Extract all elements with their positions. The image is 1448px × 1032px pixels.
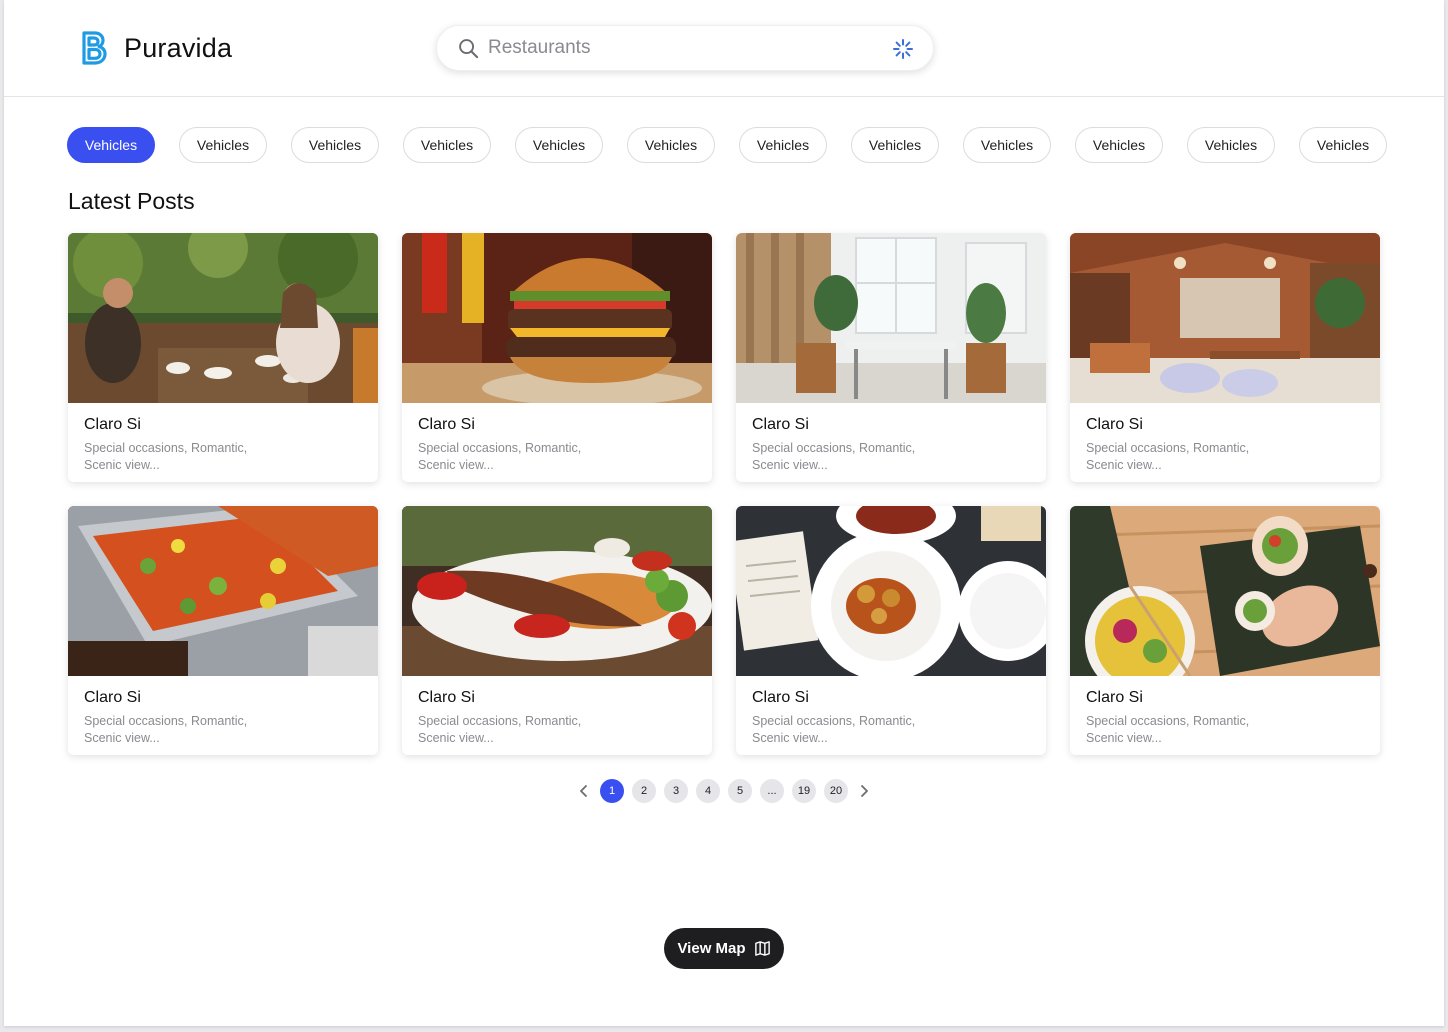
page-button[interactable]: 1: [600, 779, 624, 803]
category-chip[interactable]: Vehicles: [627, 127, 715, 163]
chevron-right-icon: [861, 785, 868, 797]
page-ellipsis: ...: [760, 779, 784, 803]
category-chip[interactable]: Vehicles: [515, 127, 603, 163]
category-chip[interactable]: Vehicles: [403, 127, 491, 163]
category-chip[interactable]: Vehicles: [1299, 127, 1387, 163]
post-card[interactable]: Claro Si Special occasions, Romantic, Sc…: [402, 506, 712, 755]
category-chip[interactable]: Vehicles: [179, 127, 267, 163]
buffet-trays-photo: [68, 506, 378, 676]
card-title: Claro Si: [418, 689, 475, 706]
category-chips: Vehicles Vehicles Vehicles Vehicles Vehi…: [67, 127, 1387, 163]
kebab-plate-photo: [402, 506, 712, 676]
logo[interactable]: Puravida: [78, 28, 232, 68]
category-chip[interactable]: Vehicles: [851, 127, 939, 163]
card-description: Special occasions, Romantic, Scenic view…: [418, 714, 582, 745]
card-title: Claro Si: [1086, 689, 1143, 706]
search-input[interactable]: [488, 34, 868, 62]
table-of-dishes-photo: [736, 506, 1046, 676]
app-frame: Puravida Vehic: [4, 0, 1444, 1026]
card-description: Special occasions, Romantic, Scenic view…: [84, 714, 248, 745]
page-button[interactable]: 4: [696, 779, 720, 803]
wooden-restaurant-interior-photo: [1070, 233, 1380, 403]
page-button[interactable]: 20: [824, 779, 848, 803]
bright-cafe-interior-photo: [736, 233, 1046, 403]
post-card[interactable]: Claro Si Special occasions, Romantic, Sc…: [736, 506, 1046, 755]
view-map-label: View Map: [677, 940, 746, 957]
post-card[interactable]: Claro Si Special occasions, Romantic, Sc…: [68, 506, 378, 755]
loading-spinner-icon: [893, 39, 913, 59]
card-description: Special occasions, Romantic, Scenic view…: [1086, 441, 1250, 472]
post-card[interactable]: Claro Si Special occasions, Romantic, Sc…: [1070, 233, 1380, 482]
search-bar[interactable]: [436, 25, 934, 71]
category-chip[interactable]: Vehicles: [291, 127, 379, 163]
card-title: Claro Si: [84, 416, 141, 433]
category-chip[interactable]: Vehicles: [1075, 127, 1163, 163]
card-description: Special occasions, Romantic, Scenic view…: [1086, 714, 1250, 745]
posts-grid: Claro Si Special occasions, Romantic, Sc…: [68, 233, 1380, 755]
view-map-button[interactable]: View Map: [664, 928, 784, 969]
section-title: Latest Posts: [68, 188, 195, 214]
people-dining-outdoors-photo: [68, 233, 378, 403]
card-title: Claro Si: [752, 416, 809, 433]
category-chip[interactable]: Vehicles: [1187, 127, 1275, 163]
card-title: Claro Si: [1086, 416, 1143, 433]
page-button[interactable]: 5: [728, 779, 752, 803]
page-button[interactable]: 19: [792, 779, 816, 803]
card-title: Claro Si: [418, 416, 475, 433]
card-description: Special occasions, Romantic, Scenic view…: [418, 441, 582, 472]
category-chip[interactable]: Vehicles: [67, 127, 155, 163]
pagination: 1 2 3 4 5 ... 19 20: [576, 779, 872, 803]
post-card[interactable]: Claro Si Special occasions, Romantic, Sc…: [402, 233, 712, 482]
search-icon: [459, 39, 479, 59]
map-icon: [754, 941, 770, 956]
category-chip[interactable]: Vehicles: [739, 127, 827, 163]
cheeseburger-photo: [402, 233, 712, 403]
page-button[interactable]: 3: [664, 779, 688, 803]
card-description: Special occasions, Romantic, Scenic view…: [752, 441, 916, 472]
brand-logo-icon: [82, 31, 107, 65]
card-description: Special occasions, Romantic, Scenic view…: [84, 441, 248, 472]
top-header: Puravida: [4, 0, 1444, 97]
post-card[interactable]: Claro Si Special occasions, Romantic, Sc…: [1070, 506, 1380, 755]
next-page-button[interactable]: [856, 779, 872, 803]
post-card[interactable]: Claro Si Special occasions, Romantic, Sc…: [68, 233, 378, 482]
page-button[interactable]: 2: [632, 779, 656, 803]
sushi-burrito-photo: [1070, 506, 1380, 676]
category-chip[interactable]: Vehicles: [963, 127, 1051, 163]
card-description: Special occasions, Romantic, Scenic view…: [752, 714, 916, 745]
chevron-left-icon: [580, 785, 587, 797]
previous-page-button[interactable]: [576, 779, 592, 803]
card-title: Claro Si: [752, 689, 809, 706]
post-card[interactable]: Claro Si Special occasions, Romantic, Sc…: [736, 233, 1046, 482]
brand-name: Puravida: [124, 32, 233, 63]
card-title: Claro Si: [84, 689, 141, 706]
